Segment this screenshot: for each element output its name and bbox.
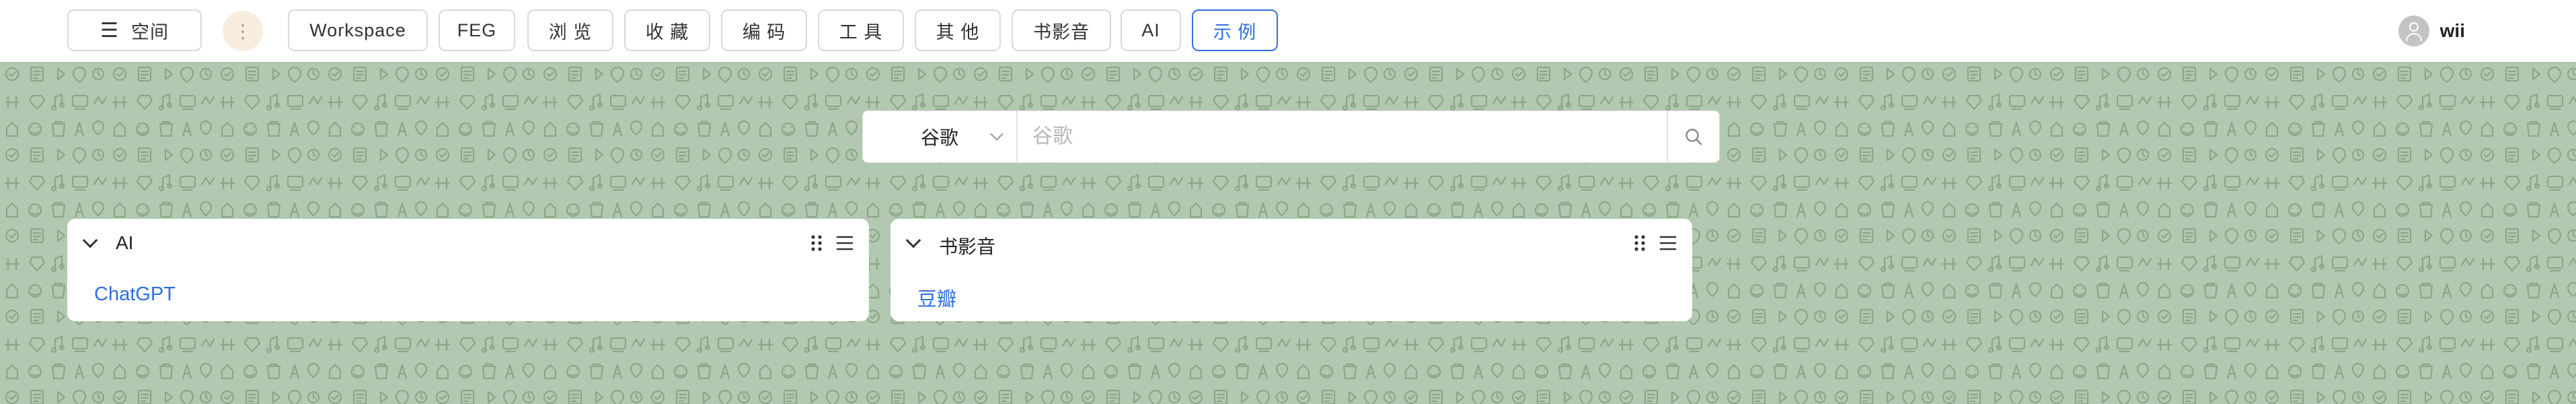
card-header: AI <box>67 219 869 267</box>
card-title: AI <box>116 232 134 253</box>
chevron-down-icon <box>990 127 1003 141</box>
search-button[interactable] <box>1667 111 1719 162</box>
link-douban[interactable]: 豆瓣 <box>917 283 956 312</box>
space-menu-button[interactable]: ☰ 空间 <box>67 9 202 51</box>
top-navigation-bar: ☰ 空间 ⋮ Workspace FEG 浏 览 收 藏 编 码 工 具 其 他… <box>0 0 2576 62</box>
tab-examples[interactable]: 示 例 <box>1192 9 1278 51</box>
tab-tools[interactable]: 工 具 <box>818 9 904 51</box>
avatar <box>2398 15 2429 46</box>
more-options-button[interactable]: ⋮ <box>223 11 263 51</box>
drag-handle-icon[interactable] <box>810 234 823 252</box>
tab-favorites[interactable]: 收 藏 <box>624 9 710 51</box>
vertical-dots-icon: ⋮ <box>233 20 252 42</box>
tab-feg[interactable]: FEG <box>439 9 515 51</box>
link-group-card-books-media: 书影音 豆瓣 <box>891 219 1692 321</box>
search-engine-select[interactable]: 谷歌 <box>863 111 1018 162</box>
tab-label: 书影音 <box>1033 22 1090 42</box>
tab-ai[interactable]: AI <box>1121 9 1181 51</box>
tab-label: FEG <box>457 20 497 40</box>
menu-icon[interactable] <box>835 234 854 252</box>
drag-handle-icon[interactable] <box>1633 234 1646 252</box>
username: wii <box>2439 20 2465 41</box>
tab-label: 收 藏 <box>645 22 689 42</box>
tab-books-media[interactable]: 书影音 <box>1012 9 1111 51</box>
user-menu[interactable]: wii <box>2398 15 2465 47</box>
tab-coding[interactable]: 编 码 <box>721 9 807 51</box>
tab-label: 编 码 <box>742 22 786 42</box>
link-chatgpt[interactable]: ChatGPT <box>94 283 176 306</box>
search-icon <box>1685 129 1702 145</box>
link-group-card-ai: AI ChatGPT <box>67 219 869 321</box>
card-header: 书影音 <box>891 219 1692 267</box>
tab-browse[interactable]: 浏 览 <box>527 9 613 51</box>
search-engine-label: 谷歌 <box>920 127 958 148</box>
tab-label: 浏 览 <box>548 22 593 42</box>
tab-workspace[interactable]: Workspace <box>288 9 428 51</box>
tab-label: 工 具 <box>839 22 883 42</box>
tab-label: 其 他 <box>936 22 980 42</box>
card-title: 书影音 <box>939 236 996 257</box>
tab-label: 示 例 <box>1213 22 1257 42</box>
search-bar: 谷歌 <box>862 110 1720 163</box>
collapse-chevron-icon[interactable] <box>905 232 921 248</box>
space-menu-label: 空间 <box>130 22 169 42</box>
tab-label: AI <box>1141 20 1160 40</box>
menu-icon[interactable] <box>1659 234 1677 252</box>
tab-label: Workspace <box>309 20 406 40</box>
collapse-chevron-icon[interactable] <box>82 232 98 248</box>
search-input[interactable] <box>1018 111 1667 162</box>
tab-other[interactable]: 其 他 <box>915 9 1001 51</box>
hamburger-icon: ☰ <box>100 19 119 42</box>
